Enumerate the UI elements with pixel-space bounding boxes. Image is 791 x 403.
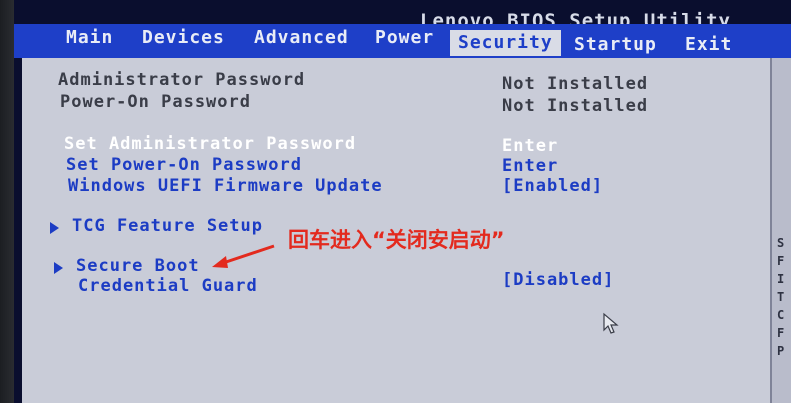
uefi-firmware-update-value[interactable]: [Enabled]	[502, 176, 603, 196]
annotation-arrow-icon	[212, 244, 275, 268]
credential-guard-value[interactable]: [Disabled]	[502, 270, 614, 290]
menu-main[interactable]: Main	[66, 27, 113, 48]
menu-security[interactable]: Security	[450, 30, 561, 56]
menu-exit[interactable]: Exit	[685, 34, 732, 55]
submenu-arrow-icon	[50, 222, 59, 234]
set-poweron-password-value[interactable]: Enter	[502, 156, 558, 176]
credential-guard-item[interactable]: Credential Guard	[78, 276, 258, 296]
menu-power[interactable]: Power	[375, 27, 434, 48]
admin-password-value: Not Installed	[502, 74, 649, 94]
menu-startup[interactable]: Startup	[574, 34, 657, 55]
help-strip: S F I T C F P	[770, 58, 791, 403]
menu-devices[interactable]: Devices	[142, 27, 225, 48]
submenu-arrow-icon	[54, 262, 63, 274]
secure-boot-item[interactable]: Secure Boot	[76, 256, 200, 276]
set-admin-password-item[interactable]: Set Administrator Password	[64, 134, 356, 154]
tcg-feature-setup-item[interactable]: TCG Feature Setup	[72, 216, 263, 236]
set-poweron-password-item[interactable]: Set Power-On Password	[66, 155, 302, 175]
menu-bar: Main Devices Advanced Power Security Sta…	[14, 24, 791, 58]
annotation-text: 回车进入“关闭安启动”	[288, 228, 505, 252]
set-admin-password-value[interactable]: Enter	[502, 136, 558, 156]
poweron-password-value: Not Installed	[502, 96, 649, 116]
mouse-cursor-icon	[603, 312, 619, 334]
uefi-firmware-update-item[interactable]: Windows UEFI Firmware Update	[68, 176, 383, 196]
poweron-password-label: Power-On Password	[60, 92, 251, 112]
admin-password-label: Administrator Password	[58, 70, 306, 90]
menu-advanced[interactable]: Advanced	[254, 27, 349, 48]
